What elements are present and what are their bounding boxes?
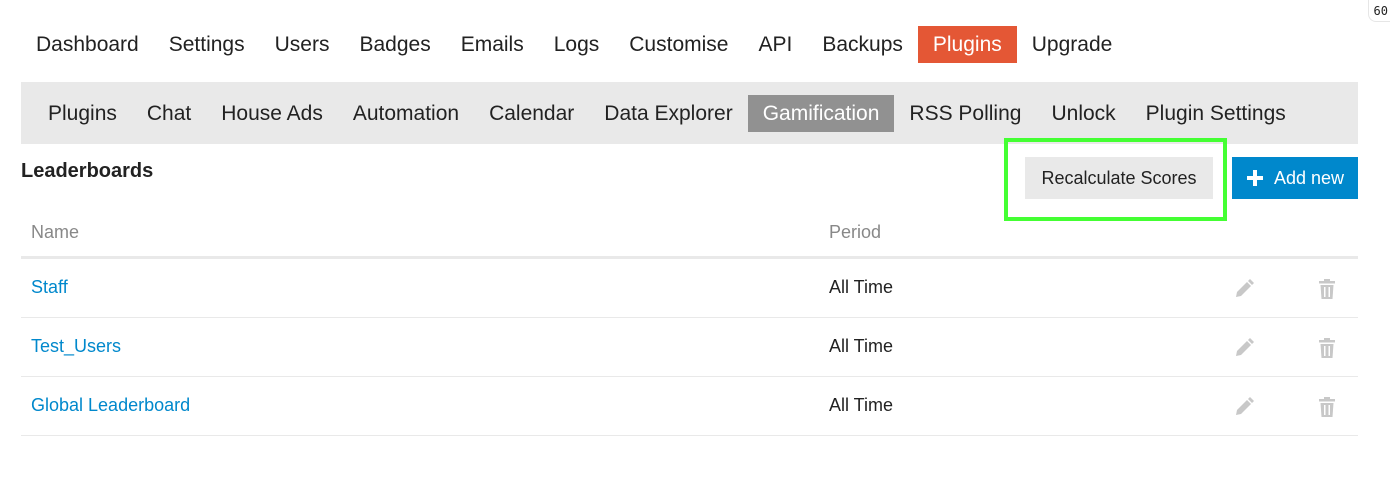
corner-badge: 60 — [1368, 0, 1390, 22]
recalculate-scores-button[interactable]: Recalculate Scores — [1025, 157, 1213, 199]
trash-icon[interactable] — [1316, 396, 1338, 418]
pencil-icon[interactable] — [1233, 337, 1255, 359]
sub-nav-data-explorer[interactable]: Data Explorer — [589, 95, 747, 132]
sub-nav-plugin-settings[interactable]: Plugin Settings — [1131, 95, 1301, 132]
top-nav-badges[interactable]: Badges — [344, 26, 445, 63]
trash-icon[interactable] — [1316, 337, 1338, 359]
top-nav-settings[interactable]: Settings — [154, 26, 260, 63]
sub-nav-unlock[interactable]: Unlock — [1036, 95, 1130, 132]
plus-icon — [1246, 170, 1263, 186]
top-nav-upgrade[interactable]: Upgrade — [1017, 26, 1128, 63]
pencil-icon[interactable] — [1233, 278, 1255, 300]
top-nav-emails[interactable]: Emails — [446, 26, 539, 63]
leaderboard-name-link[interactable]: Test_Users — [31, 336, 121, 357]
plugins-sub-nav: Plugins Chat House Ads Automation Calend… — [21, 82, 1358, 144]
leaderboard-period: All Time — [829, 336, 894, 356]
pencil-icon[interactable] — [1233, 396, 1255, 418]
top-nav-customise[interactable]: Customise — [614, 26, 743, 63]
leaderboard-name-link[interactable]: Global Leaderboard — [31, 395, 190, 416]
leaderboards-table: Name Period Staff All Time Test_Users Al… — [21, 210, 1358, 436]
leaderboard-period: All Time — [829, 277, 894, 297]
top-nav-logs[interactable]: Logs — [539, 26, 615, 63]
add-new-button[interactable]: Add new — [1232, 157, 1358, 199]
column-header-name: Name — [31, 222, 80, 242]
sub-nav-chat[interactable]: Chat — [132, 95, 206, 132]
table-row: Staff All Time — [21, 259, 1358, 318]
top-nav-api[interactable]: API — [743, 26, 807, 63]
top-nav-plugins[interactable]: Plugins — [917, 26, 1017, 63]
sub-nav-calendar[interactable]: Calendar — [474, 95, 589, 132]
top-nav-users[interactable]: Users — [260, 26, 345, 63]
table-row: Global Leaderboard All Time — [21, 377, 1358, 436]
sub-nav-rss-polling[interactable]: RSS Polling — [894, 95, 1036, 132]
add-new-label: Add new — [1273, 167, 1345, 188]
admin-top-nav: Dashboard Settings Users Badges Emails L… — [21, 26, 1127, 63]
table-header: Name Period — [21, 210, 1358, 259]
column-header-period: Period — [829, 222, 882, 242]
top-nav-backups[interactable]: Backups — [807, 26, 918, 63]
section-title: Leaderboards — [21, 160, 154, 182]
sub-nav-automation[interactable]: Automation — [338, 95, 474, 132]
sub-nav-house-ads[interactable]: House Ads — [206, 95, 338, 132]
leaderboard-period: All Time — [829, 395, 894, 415]
sub-nav-gamification[interactable]: Gamification — [747, 94, 895, 132]
sub-nav-plugins[interactable]: Plugins — [33, 95, 132, 132]
leaderboard-name-link[interactable]: Staff — [31, 277, 68, 298]
top-nav-dashboard[interactable]: Dashboard — [21, 26, 154, 63]
trash-icon[interactable] — [1316, 278, 1338, 300]
table-row: Test_Users All Time — [21, 318, 1358, 377]
